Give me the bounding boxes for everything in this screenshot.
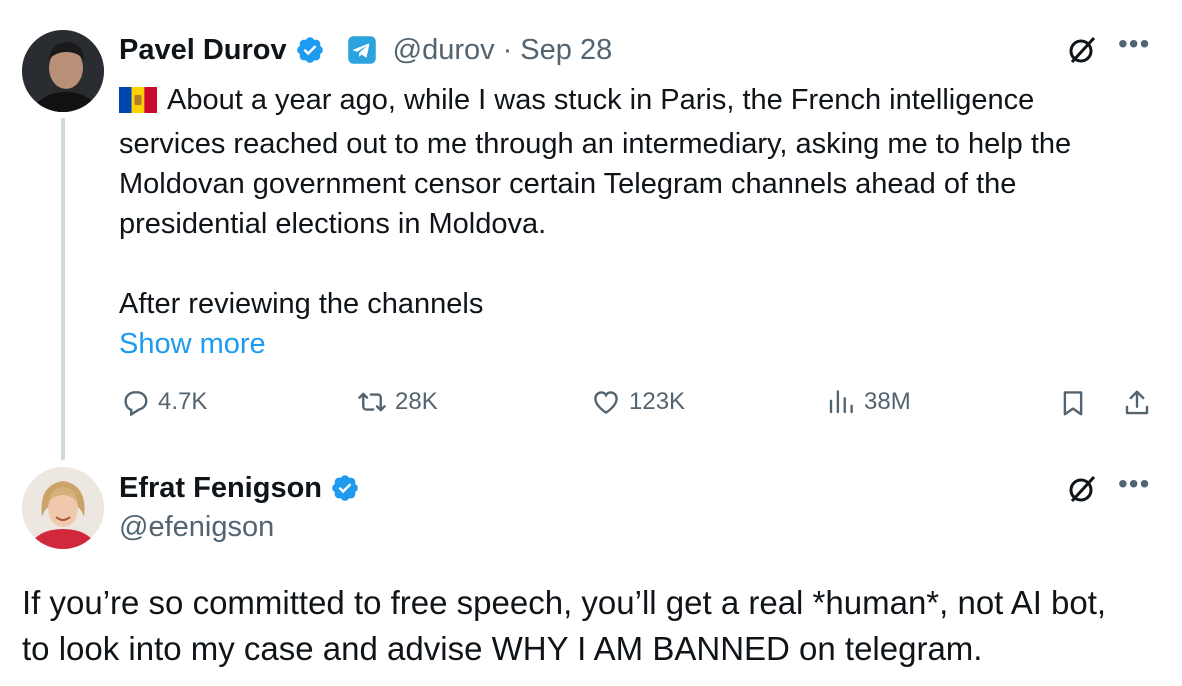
grok-icon[interactable] bbox=[1065, 33, 1099, 67]
more-options-icon[interactable]: ••• bbox=[1118, 470, 1150, 498]
date-separator: · bbox=[502, 33, 513, 66]
reply-count: 4.7K bbox=[158, 388, 208, 415]
reply-text: If you’re so committed to free speech, y… bbox=[22, 584, 1107, 667]
show-more-link[interactable]: Show more bbox=[119, 324, 1159, 364]
moldova-flag-icon bbox=[119, 84, 157, 124]
reply-action[interactable]: 4.7K bbox=[120, 387, 207, 417]
author-name[interactable]: Efrat Fenigson bbox=[119, 472, 322, 505]
retweet-action[interactable]: 28K bbox=[357, 387, 438, 417]
views-action[interactable]: 38M bbox=[826, 387, 911, 417]
avatar-efenigson-image bbox=[22, 467, 104, 549]
reply-icon bbox=[124, 391, 148, 417]
retweet-icon bbox=[358, 392, 386, 412]
tweet-date[interactable]: Sep 28 bbox=[520, 34, 612, 67]
avatar[interactable] bbox=[22, 30, 104, 112]
more-options-icon[interactable]: ••• bbox=[1118, 30, 1150, 58]
tweet-text-wrapper: About a year ago, while I was stuck in P… bbox=[119, 80, 1159, 324]
thread-connector-line bbox=[61, 118, 65, 460]
share-icon bbox=[1125, 390, 1149, 415]
avatar-durov-image bbox=[22, 30, 104, 112]
author-handle[interactable]: @efenigson bbox=[119, 511, 274, 544]
views-chart-icon bbox=[829, 390, 853, 414]
like-action[interactable]: 123K bbox=[591, 387, 685, 417]
tweet-text: About a year ago, while I was stuck in P… bbox=[119, 84, 1072, 320]
tweet-body: About a year ago, while I was stuck in P… bbox=[119, 80, 1159, 364]
heart-icon bbox=[594, 391, 618, 415]
tweet-header: Pavel Durov @durov · Sep 28 bbox=[119, 30, 612, 70]
share-button[interactable] bbox=[1120, 386, 1154, 420]
telegram-affiliate-icon[interactable] bbox=[347, 35, 377, 65]
reply-header: Efrat Fenigson bbox=[119, 468, 360, 508]
author-handle[interactable]: @durov bbox=[393, 34, 495, 67]
verified-badge-icon bbox=[330, 473, 360, 503]
avatar[interactable] bbox=[22, 467, 104, 549]
bookmark-button[interactable] bbox=[1056, 386, 1090, 420]
author-name[interactable]: Pavel Durov bbox=[119, 34, 287, 67]
verified-badge-icon bbox=[295, 35, 325, 65]
grok-icon[interactable] bbox=[1065, 472, 1099, 506]
like-count: 123K bbox=[629, 388, 686, 415]
views-count: 38M bbox=[864, 388, 911, 415]
bookmark-icon bbox=[1063, 391, 1083, 416]
retweet-count: 28K bbox=[395, 388, 438, 415]
